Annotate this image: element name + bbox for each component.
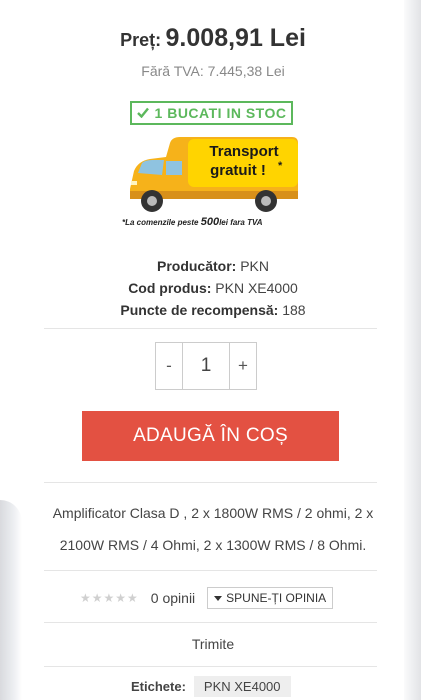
banner-line1: Transport [209,143,278,160]
caret-down-icon [214,591,223,605]
add-to-cart-button[interactable]: ADAUGĂ ÎN COȘ [82,411,339,461]
decrease-quantity-button[interactable]: - [156,343,182,389]
background-edge [401,0,421,700]
note-unit: lei [219,218,228,227]
divider [44,622,377,623]
divider [44,666,377,667]
divider [44,328,377,329]
note-suffix: fara TVA [227,218,263,227]
product-description: Amplificator Clasa D , 2 x 1800W RMS / 2… [52,505,374,553]
product-code-row: Cod produs: PKN XE4000 [22,277,404,299]
producer-label: Producător: [156,258,237,274]
reward-points-value: 188 [282,302,306,318]
tag-item[interactable]: PKN XE4000 [193,676,291,697]
reviews-row: ★★★★★ 0 opinii SPUNE-ȚI OPINIA [80,587,334,609]
share-link[interactable]: Trimite [22,636,404,652]
write-review-label: SPUNE-ȚI OPINIA [226,591,327,605]
rating-stars: ★★★★★ [80,591,139,605]
note-prefix: *La comenzile peste [122,218,201,227]
quantity-input[interactable]: 1 [182,343,230,389]
background-speaker-edge [0,500,22,700]
note-amount: 500 [200,216,220,228]
check-icon [136,105,149,121]
product-specs: Producător: PKN Cod produs: PKN XE4000 P… [22,255,404,321]
increase-quantity-button[interactable]: + [230,343,256,389]
free-shipping-note: *La comenzile peste 500lei fara TVA [122,216,322,228]
reward-points-row: Puncte de recompensă: 188 [22,299,404,321]
delivery-truck-icon: Transport gratuit ! * [130,137,298,212]
stock-text: 1 BUCATI IN STOC [154,105,287,121]
producer-row: Producător: PKN [22,255,404,277]
product-code-label: Cod produs: [128,280,212,296]
reward-points-label: Puncte de recompensă: [120,302,279,318]
price-row: Preț: 9.008,91 Lei [22,24,404,53]
divider [44,570,377,571]
reviews-count-link[interactable]: 0 opinii [151,590,195,606]
quantity-stepper: - 1 + [155,342,257,390]
banner-asterisk: * [278,160,283,172]
banner-line2: gratuit ! [210,162,266,179]
product-info-panel: Preț: 9.008,91 Lei Fără TVA: 7.445,38 Le… [22,0,404,700]
price-label: Preț: [120,30,162,50]
producer-value: PKN [240,258,270,274]
stock-badge: 1 BUCATI IN STOC [130,101,293,125]
divider [44,482,377,483]
tags-label: Etichete: [131,679,186,694]
product-code-value: PKN XE4000 [215,280,298,296]
price-without-vat: Fără TVA: 7.445,38 Lei [141,63,285,79]
tags-row: Etichete: PKN XE4000 [131,676,291,697]
write-review-button[interactable]: SPUNE-ȚI OPINIA [207,587,334,609]
price-value: 9.008,91 Lei [165,24,306,52]
